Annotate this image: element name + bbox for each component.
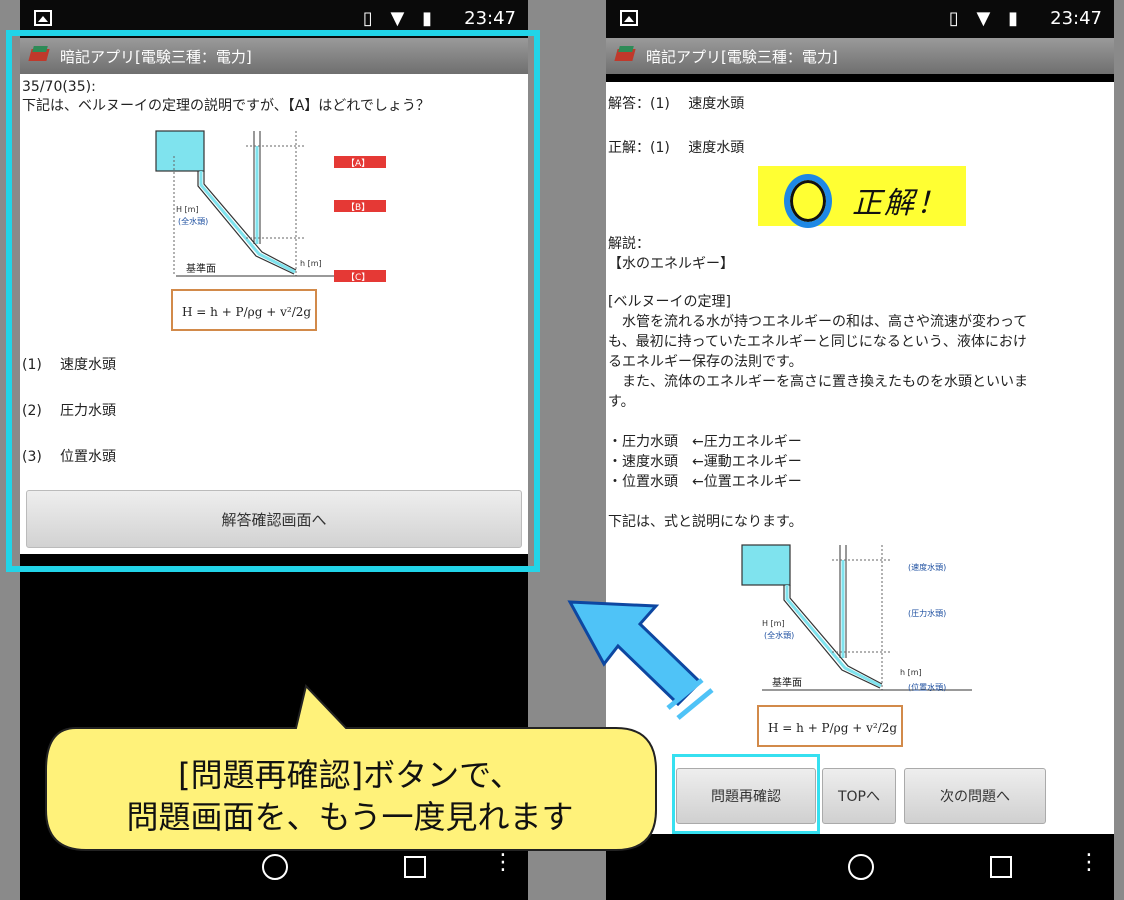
formula-intro: 下記は、式と説明になります。 [608,514,803,530]
correct-banner: 正解！ [758,166,966,228]
diagram-h: h [m] [900,668,922,677]
image-notification-icon [34,10,52,26]
explanation-label: 解説： [608,236,650,252]
diagram-total-head: (全水頭) [764,630,794,640]
label-pressure-head: (圧力水頭) [908,608,946,618]
callout-text: [問題再確認]ボタンで、 問題画面を、もう一度見れます [40,754,660,838]
image-notification-icon [620,10,638,26]
diagram-datum: 基準面 [772,676,802,689]
status-icons: ▯ ▼ ▮ [948,8,1024,29]
section-bernoulli: [ベルヌーイの定理] [608,294,731,310]
section-water: 【水のエネルギー】 [608,256,734,272]
nav-bar: ⋮ [606,834,1114,900]
action-bar: 暗記アプリ[電験三種：電力] [606,38,1114,74]
diagram-h-total: H [m] [762,619,785,628]
question-screen-highlight [6,30,540,572]
body-line: す。 [608,394,635,410]
home-icon[interactable] [848,854,874,880]
app-book-icon [616,46,636,64]
recheck-button-highlight [672,754,820,834]
app-title: 暗記アプリ[電験三種：電力] [646,48,838,66]
label-velocity-head: (速度水頭) [908,562,946,572]
correct-banner-text: 正解！ [852,186,948,221]
body-line: も、最初に持っていたエネルギーと同じになるという、液体におけ [608,334,1027,350]
callout-line-2: 問題画面を、もう一度見れます [126,798,574,836]
body-line: また、流体のエネルギーを高さに置き換えたものを水頭といいま [608,374,1028,390]
status-icons: ▯ ▼ ▮ [362,8,438,29]
callout-line-1: [問題再確認]ボタンで、 [178,756,522,794]
menu-icon[interactable]: ⋮ [1078,850,1100,875]
clock: 23:47 [464,8,516,29]
body-line: 水管を流れる水が持つエネルギーの和は、高さや流速が変わって [608,314,1028,330]
correct-answer: 正解：(1) 速度水頭 [608,140,745,156]
bernoulli-diagram-explained: H [m] (全水頭) 基準面 h [m] (速度水頭) (圧力水頭) (位置水… [741,544,972,747]
back-icon[interactable] [710,856,728,878]
next-question-button[interactable]: 次の問題へ [904,768,1046,824]
status-bar: ▯ ▼ ▮ 23:47 [606,0,1114,38]
bullet-item: ・速度水頭 ←運動エネルギー [608,454,802,470]
label-position-head: (位置水頭) [908,682,946,692]
bullet-item: ・圧力水頭 ←圧力エネルギー [608,434,802,450]
circle-mark-icon [784,174,832,228]
your-answer: 解答：(1) 速度水頭 [608,96,745,112]
recent-apps-icon[interactable] [990,856,1012,878]
bullet-item: ・位置水頭 ←位置エネルギー [608,474,802,490]
body-line: るエネルギー保存の法則です。 [608,354,803,370]
top-button[interactable]: TOPへ [822,768,896,824]
clock: 23:47 [1050,8,1102,29]
formula: H = h + P/ρg + v²/2g [768,721,897,735]
